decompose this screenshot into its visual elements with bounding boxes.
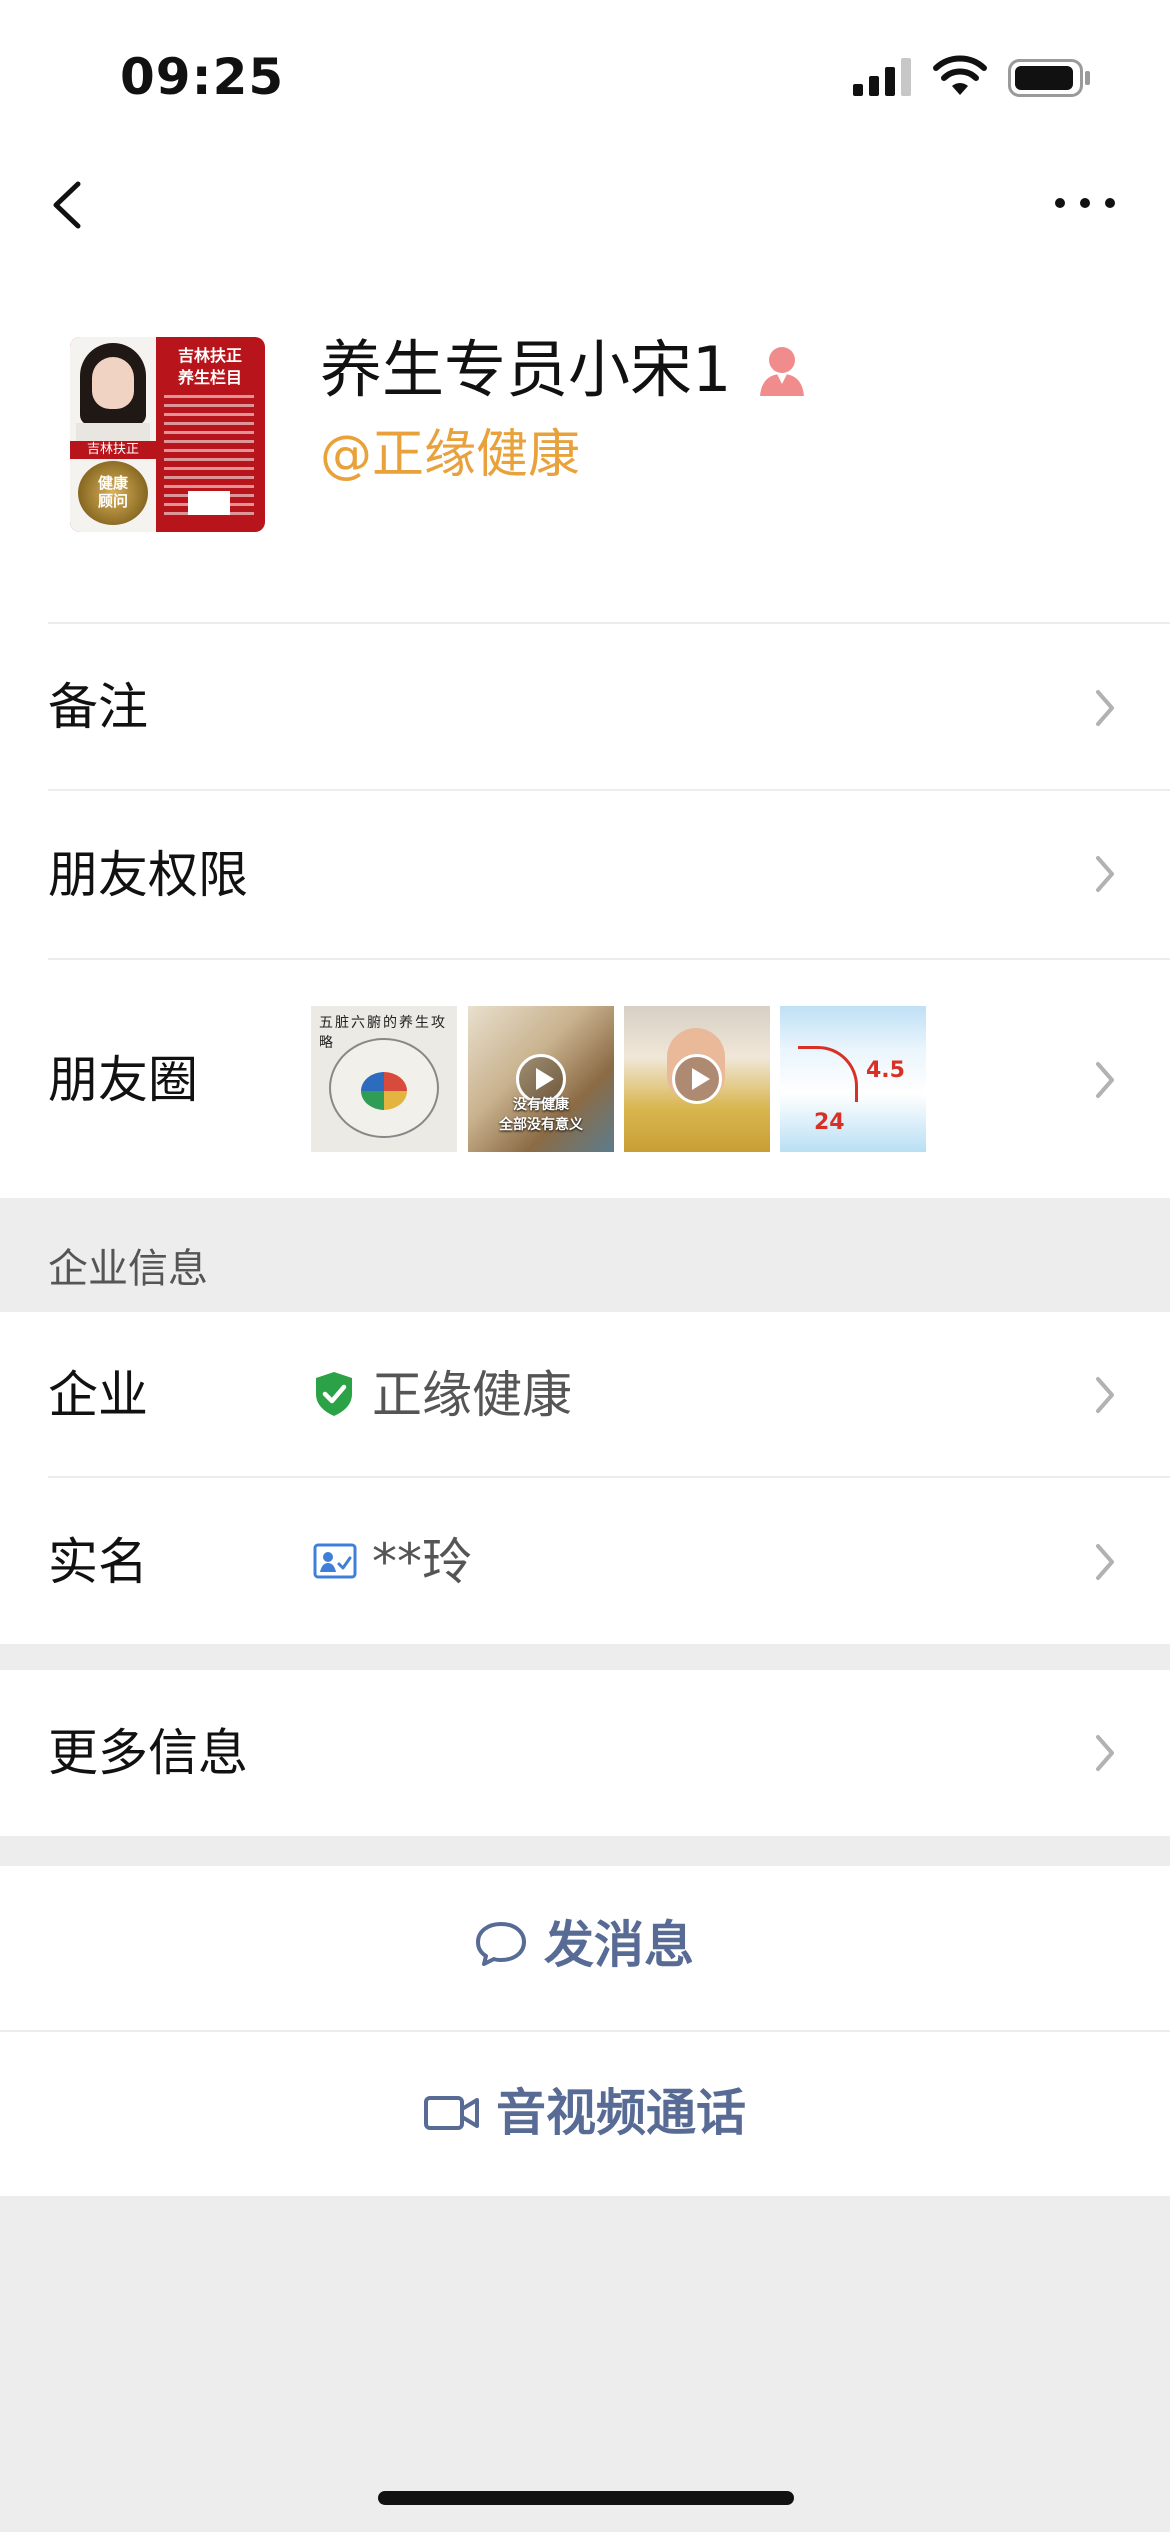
video-call-icon (424, 2096, 479, 2130)
avatar-photo: 吉林扶正 健康 顾问 (70, 337, 156, 532)
moment-video-thumbnail[interactable]: 没有健康 全部没有意义 (468, 1006, 614, 1152)
chevron-right-icon (1096, 690, 1114, 726)
avatar-medal: 健康 顾问 (78, 461, 148, 525)
moments-thumbnails[interactable]: 五脏六腑的养生攻略 没有健康 全部没有意义 4.5 24 (311, 1006, 931, 1152)
back-button[interactable] (40, 170, 100, 240)
battery-icon (1008, 59, 1090, 97)
avatar-tag: 吉林扶正 (70, 441, 156, 459)
chat-bubble-icon (476, 1922, 526, 1966)
cellular-signal-icon (853, 58, 911, 96)
wifi-icon (933, 55, 987, 95)
avatar[interactable]: 吉林扶正 健康 顾问 吉林扶正 养生栏目 (70, 337, 265, 532)
audio-video-call-button[interactable]: 音视频通话 (496, 2078, 746, 2148)
more-info-row[interactable]: 更多信息 (48, 1718, 248, 1788)
chevron-right-icon (1096, 856, 1114, 892)
chevron-right-icon (1096, 1377, 1114, 1413)
moment-video-thumbnail[interactable] (624, 1006, 770, 1152)
moment-thumbnail[interactable]: 五脏六腑的养生攻略 (311, 1006, 457, 1152)
home-indicator (378, 2491, 794, 2505)
avatar-title: 吉林扶正 养生栏目 (177, 346, 242, 387)
company-row-label[interactable]: 企业 (48, 1360, 148, 1430)
chevron-right-icon (1096, 1735, 1114, 1771)
friend-permissions-row[interactable]: 朋友权限 (48, 840, 248, 910)
company-tag[interactable]: @正缘健康 (320, 420, 580, 490)
moment-thumbnail[interactable]: 4.5 24 (780, 1006, 926, 1152)
send-message-button[interactable]: 发消息 (544, 1910, 694, 1980)
play-icon (672, 1054, 722, 1104)
id-card-icon (313, 1543, 357, 1579)
divider (0, 2030, 1170, 2032)
remark-row[interactable]: 备注 (48, 672, 148, 742)
divider (48, 789, 1170, 791)
enterprise-section-title: 企业信息 (48, 1246, 208, 1292)
chevron-right-icon (1096, 1544, 1114, 1580)
profile-name: 养生专员小宋1 (320, 333, 732, 406)
divider (48, 622, 1170, 624)
moments-row[interactable]: 朋友圈 (48, 1045, 198, 1115)
more-options-button[interactable] (1050, 178, 1120, 228)
realname-row-label[interactable]: 实名 (48, 1527, 148, 1597)
verified-shield-icon (316, 1372, 352, 1416)
company-value: 正缘健康 (372, 1366, 572, 1424)
status-time: 09:25 (120, 48, 285, 106)
realname-value: **玲 (372, 1533, 472, 1591)
enterprise-info-block (0, 1312, 1170, 1644)
female-gender-icon (760, 347, 804, 396)
divider (48, 1476, 1170, 1478)
divider (48, 958, 1170, 960)
chevron-right-icon (1096, 1062, 1114, 1098)
